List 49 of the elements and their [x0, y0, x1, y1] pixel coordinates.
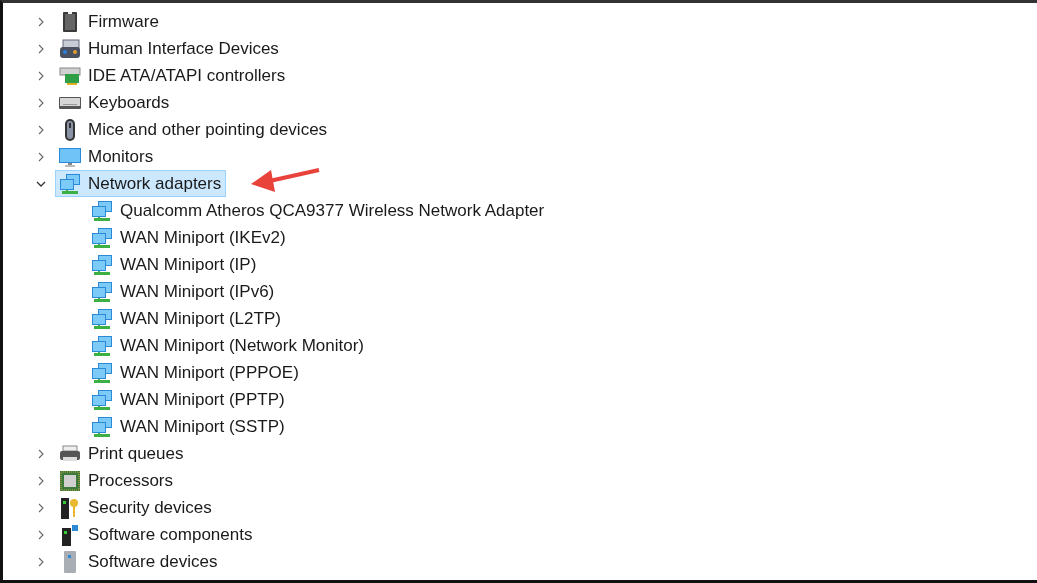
network-icon — [91, 280, 113, 303]
tree-item[interactable]: WAN Miniport (PPPOE) — [87, 359, 304, 386]
tree-item[interactable]: WAN Miniport (SSTP) — [87, 413, 290, 440]
processor-icon — [59, 469, 81, 492]
tree-item[interactable]: Qualcomm Atheros QCA9377 Wireless Network Adapter — [87, 197, 550, 224]
tree-item[interactable]: IDE ATA/ATAPI controllers — [55, 62, 291, 89]
expand-chevron-icon[interactable] — [36, 70, 46, 81]
tree-item[interactable]: WAN Miniport (IPv6) — [87, 278, 280, 305]
expand-chevron-icon[interactable] — [36, 16, 46, 27]
expand-chevron-icon[interactable] — [36, 556, 46, 567]
expand-chevron-icon[interactable] — [36, 475, 46, 486]
tree-item[interactable]: WAN Miniport (L2TP) — [87, 305, 286, 332]
network-icon — [91, 226, 113, 249]
security-key-icon — [59, 496, 81, 519]
annotation-arrow — [251, 166, 321, 194]
expand-chevron-icon[interactable] — [36, 124, 46, 135]
network-icon — [91, 334, 113, 357]
tree-item[interactable]: Keyboards — [55, 89, 175, 116]
tree-item[interactable]: Print queues — [55, 440, 189, 467]
keyboard-gamepad-icon — [59, 37, 81, 60]
expand-chevron-icon[interactable] — [36, 43, 46, 54]
tree-item[interactable]: Firmware — [55, 8, 164, 35]
tree-item[interactable]: Software components — [55, 521, 258, 548]
tree-item[interactable]: Software devices — [55, 548, 223, 575]
expand-chevron-icon[interactable] — [36, 529, 46, 540]
network-icon — [91, 253, 113, 276]
puzzle-device-icon — [59, 523, 81, 546]
expand-chevron-icon[interactable] — [36, 151, 46, 162]
tree-item[interactable]: Mice and other pointing devices — [55, 116, 333, 143]
tree-item[interactable]: Security devices — [55, 494, 217, 521]
tree-item[interactable]: WAN Miniport (IP) — [87, 251, 262, 278]
expand-chevron-icon[interactable] — [36, 97, 46, 108]
tree-item[interactable]: WAN Miniport (PPTP) — [87, 386, 290, 413]
tree-item[interactable]: WAN Miniport (IKEv2) — [87, 224, 291, 251]
controller-card-icon — [59, 64, 81, 87]
network-icon — [91, 361, 113, 384]
monitor-icon — [59, 145, 81, 168]
tree-item[interactable]: Human Interface Devices — [55, 35, 284, 62]
expand-chevron-icon[interactable] — [36, 502, 46, 513]
network-icon — [91, 388, 113, 411]
network-icon — [91, 307, 113, 330]
network-icon — [59, 172, 81, 195]
expand-chevron-icon[interactable] — [36, 448, 46, 459]
tree-item[interactable]: WAN Miniport (Network Monitor) — [87, 332, 370, 359]
network-icon — [91, 415, 113, 438]
tree-item[interactable]: Network adapters — [55, 170, 227, 197]
tree-item[interactable]: Monitors — [55, 143, 159, 170]
tree-item[interactable]: Processors — [55, 467, 179, 494]
network-icon — [91, 199, 113, 222]
